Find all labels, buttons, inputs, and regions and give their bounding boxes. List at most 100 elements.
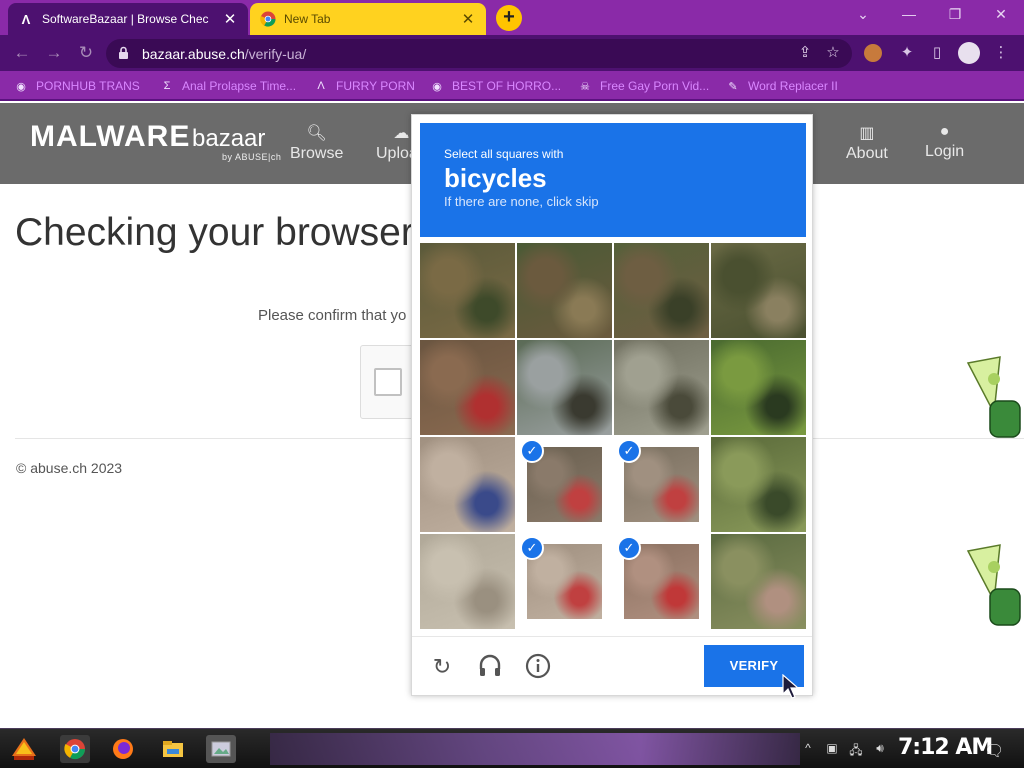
tile-image bbox=[711, 534, 806, 629]
taskbar: ^ ▣ 🖧︎ 🔊︎ 7:12 AM 🗨︎ bbox=[0, 728, 1024, 768]
tile-image bbox=[711, 243, 806, 338]
tile-image bbox=[614, 243, 709, 338]
captcha-tile[interactable] bbox=[711, 243, 806, 338]
building-icon: ▥ bbox=[859, 125, 875, 142]
captcha-challenge-dialog: Select all squares with bicycles If ther… bbox=[411, 114, 813, 696]
nav-browse[interactable]: 🔍︎ Browse bbox=[290, 123, 343, 163]
photos-taskbar-icon[interactable] bbox=[206, 735, 236, 763]
prompt-hint: If there are none, click skip bbox=[444, 194, 599, 209]
captcha-tile[interactable] bbox=[614, 340, 709, 435]
chrome-icon bbox=[260, 11, 276, 27]
tab-title: New Tab bbox=[284, 12, 331, 26]
refresh-icon[interactable]: ↻ bbox=[428, 653, 456, 681]
tile-image bbox=[420, 340, 515, 435]
file-explorer-taskbar-icon[interactable] bbox=[158, 735, 188, 763]
bookmark-item[interactable]: ✎ Word Replacer II bbox=[726, 78, 837, 94]
tab-search-icon[interactable]: ⌄ bbox=[850, 6, 876, 26]
bookmarks-bar: ◉ PORNHUB TRANS Σ Anal Prolapse Time... ΛF… bbox=[0, 71, 1024, 101]
tile-image bbox=[614, 340, 709, 435]
close-tab-icon[interactable]: ✕ bbox=[222, 10, 238, 28]
site-logo-by: by ABUSE|ch bbox=[222, 152, 282, 162]
close-tab-icon[interactable]: ✕ bbox=[460, 10, 476, 28]
lock-icon bbox=[119, 46, 128, 59]
extensions-puzzle-icon[interactable]: ✦ bbox=[896, 42, 918, 64]
tile-image bbox=[711, 340, 806, 435]
bookmark-item[interactable]: Σ Anal Prolapse Time... bbox=[160, 78, 296, 94]
bookmark-item[interactable]: ◉ BEST OF HORRO... bbox=[430, 78, 561, 94]
checkmark-icon: ✓ bbox=[617, 536, 641, 560]
sigma-icon: Σ bbox=[163, 80, 171, 92]
abuse-a-icon: Λ bbox=[317, 80, 325, 92]
tile-image bbox=[517, 243, 612, 338]
tab-strip: Λ SoftwareBazaar | Browse Chec ✕ New Tab… bbox=[0, 0, 1024, 35]
reload-icon[interactable]: ↻ bbox=[74, 41, 98, 65]
site-logo-sub: bazaar bbox=[192, 125, 266, 152]
nav-login[interactable]: ● Login bbox=[925, 123, 964, 161]
close-window-icon[interactable]: ✕ bbox=[988, 6, 1014, 26]
audio-challenge-icon[interactable] bbox=[476, 653, 504, 681]
captcha-tile[interactable] bbox=[420, 534, 515, 629]
tab-softwarebazaar[interactable]: Λ SoftwareBazaar | Browse Chec ✕ bbox=[8, 3, 248, 35]
captcha-tile[interactable] bbox=[517, 243, 612, 338]
forward-icon[interactable]: → bbox=[42, 41, 66, 65]
checkmark-icon: ✓ bbox=[617, 439, 641, 463]
back-icon[interactable]: ← bbox=[10, 41, 34, 65]
wr-icon: ✎ bbox=[728, 80, 738, 93]
extension-avatar-icon[interactable] bbox=[864, 44, 882, 62]
new-tab-button[interactable]: + bbox=[496, 5, 522, 31]
captcha-tile[interactable]: ✓ bbox=[614, 534, 709, 629]
divider bbox=[412, 636, 812, 637]
site-logo[interactable]: MALWARE bbox=[30, 120, 190, 154]
profile-icon[interactable] bbox=[958, 42, 980, 64]
info-icon[interactable] bbox=[524, 653, 552, 681]
tile-image bbox=[517, 340, 612, 435]
checkmark-icon: ✓ bbox=[520, 439, 544, 463]
address-bar[interactable]: bazaar.abuse.ch/verify-ua/ ⇪ ☆ bbox=[106, 39, 852, 68]
tab-title: SoftwareBazaar | Browse Chec bbox=[42, 12, 209, 26]
side-panel-icon[interactable]: ▯ bbox=[926, 42, 948, 64]
bookmark-item[interactable]: ◉ PORNHUB TRANS bbox=[14, 78, 140, 94]
captcha-tile[interactable]: ✓ bbox=[517, 437, 612, 532]
captcha-tile[interactable]: ✓ bbox=[517, 534, 612, 629]
tray-chevron-icon[interactable]: ^ bbox=[800, 741, 816, 757]
taskbar-clock[interactable]: 7:12 AM bbox=[898, 735, 993, 760]
url-text: bazaar.abuse.ch/verify-ua/ bbox=[142, 46, 307, 62]
prompt-target: bicycles bbox=[444, 163, 547, 193]
captcha-tile[interactable] bbox=[614, 243, 709, 338]
prompt-instruction: Select all squares with bbox=[444, 147, 564, 161]
globe-icon: ◉ bbox=[432, 80, 442, 93]
captcha-tile[interactable] bbox=[420, 437, 515, 532]
tile-image bbox=[420, 534, 515, 629]
tile-image bbox=[420, 243, 515, 338]
nav-about[interactable]: ▥ About bbox=[846, 123, 888, 163]
firefox-taskbar-icon[interactable] bbox=[108, 735, 138, 763]
bookmark-star-icon[interactable]: ☆ bbox=[824, 44, 842, 62]
skull-icon: ☠ bbox=[580, 80, 590, 93]
minimize-icon[interactable]: — bbox=[896, 6, 922, 26]
share-icon[interactable]: ⇪ bbox=[796, 44, 814, 62]
bookmark-item[interactable]: Λ FURRY PORN bbox=[314, 78, 415, 94]
captcha-tile[interactable] bbox=[420, 243, 515, 338]
mouse-cursor-icon bbox=[782, 674, 800, 699]
captcha-tile[interactable] bbox=[711, 437, 806, 532]
bookmark-item[interactable]: ☠ Free Gay Porn Vid... bbox=[578, 78, 709, 94]
start-button-icon[interactable] bbox=[8, 734, 40, 764]
restore-icon[interactable]: ❐ bbox=[942, 6, 968, 26]
tray-app-icon[interactable]: ▣ bbox=[824, 741, 840, 757]
captcha-tile[interactable] bbox=[420, 340, 515, 435]
notifications-icon[interactable]: 🗨︎ bbox=[984, 741, 1004, 760]
chrome-taskbar-icon[interactable] bbox=[60, 735, 90, 763]
captcha-tile[interactable] bbox=[711, 534, 806, 629]
menu-kebab-icon[interactable]: ⋮ bbox=[990, 42, 1012, 64]
captcha-tile[interactable] bbox=[711, 340, 806, 435]
captcha-checkbox[interactable] bbox=[374, 368, 402, 396]
volume-icon[interactable]: 🔊︎ bbox=[872, 741, 888, 757]
taskbar-decoration bbox=[270, 733, 800, 765]
abuse-a-icon: Λ bbox=[21, 11, 31, 27]
captcha-tile[interactable]: ✓ bbox=[614, 437, 709, 532]
captcha-tile[interactable] bbox=[517, 340, 612, 435]
tile-image bbox=[711, 437, 806, 532]
network-icon[interactable]: 🖧︎ bbox=[848, 741, 864, 757]
tab-new-tab[interactable]: New Tab ✕ bbox=[250, 3, 486, 35]
browser-toolbar: ← → ↻ bazaar.abuse.ch/verify-ua/ ⇪ ☆ ✦ ▯… bbox=[0, 35, 1024, 71]
